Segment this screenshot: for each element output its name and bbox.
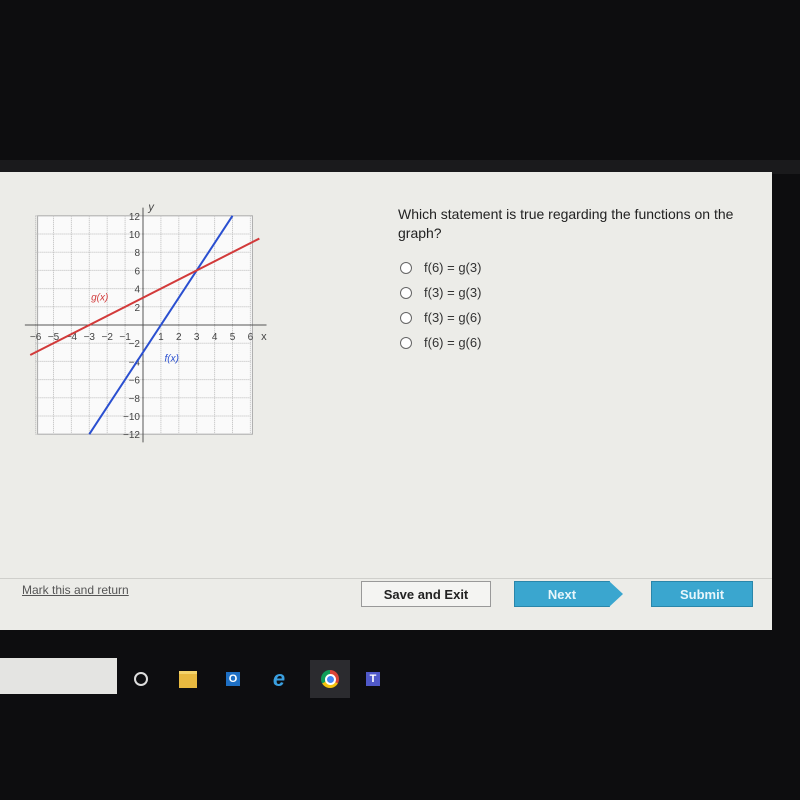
answer-option-3[interactable]: f(3) = g(6) bbox=[400, 310, 481, 325]
radio-button[interactable] bbox=[400, 311, 412, 324]
submit-button[interactable]: Submit bbox=[651, 581, 753, 607]
series-label: f(x) bbox=[164, 353, 178, 364]
option-label: f(3) = g(3) bbox=[424, 285, 482, 300]
y-tick-label: 10 bbox=[129, 230, 141, 241]
option-label: f(3) = g(6) bbox=[424, 310, 482, 325]
taskbar-search-box[interactable] bbox=[0, 658, 117, 694]
x-tick-label: −6 bbox=[30, 332, 42, 343]
teams-letter: T bbox=[365, 672, 381, 686]
y-tick-label: 4 bbox=[134, 285, 140, 296]
y-tick-label: −12 bbox=[123, 430, 140, 441]
footer-divider bbox=[0, 578, 772, 579]
y-tick-label: 12 bbox=[129, 212, 141, 223]
mark-and-return-link[interactable]: Mark this and return bbox=[22, 583, 129, 597]
y-tick-label: −2 bbox=[129, 339, 141, 350]
series-label: g(x) bbox=[91, 292, 108, 303]
y-tick-label: 2 bbox=[134, 303, 140, 314]
option-label: f(6) = g(6) bbox=[424, 335, 482, 350]
internet-explorer-icon[interactable]: e bbox=[268, 666, 290, 691]
teams-icon[interactable]: T bbox=[362, 668, 384, 690]
save-and-exit-button[interactable]: Save and Exit bbox=[361, 581, 491, 607]
y-tick-label: 8 bbox=[134, 248, 140, 259]
cortana-circle-icon[interactable] bbox=[130, 668, 152, 690]
radio-button[interactable] bbox=[400, 336, 412, 349]
file-explorer-icon[interactable] bbox=[177, 668, 199, 690]
question-text: Which statement is true regarding the fu… bbox=[398, 206, 734, 241]
y-axis-label: y bbox=[147, 201, 155, 213]
answer-option-4[interactable]: f(6) = g(6) bbox=[400, 335, 481, 350]
x-tick-label: −2 bbox=[101, 332, 113, 343]
answer-option-1[interactable]: f(6) = g(3) bbox=[400, 260, 481, 275]
outlook-letter: O bbox=[225, 672, 241, 686]
chrome-icon[interactable] bbox=[310, 660, 350, 698]
y-tick-label: −8 bbox=[129, 394, 141, 405]
radio-button[interactable] bbox=[400, 286, 412, 299]
x-tick-label: 5 bbox=[230, 332, 236, 343]
y-tick-label: −10 bbox=[123, 412, 140, 423]
x-tick-label: −3 bbox=[84, 332, 96, 343]
option-label: f(6) = g(3) bbox=[424, 260, 482, 275]
x-tick-label: 6 bbox=[248, 332, 254, 343]
radio-button[interactable] bbox=[400, 261, 412, 274]
answer-option-2[interactable]: f(3) = g(3) bbox=[400, 285, 481, 300]
x-tick-label: 3 bbox=[194, 332, 200, 343]
function-graph: −6 −5 −4 −3 −2 −1 1 2 3 4 5 6−12−10−8−6−4−224681012… bbox=[24, 201, 267, 443]
x-tick-label: 4 bbox=[212, 332, 218, 343]
y-tick-label: 6 bbox=[134, 266, 140, 277]
next-arrow-icon bbox=[609, 581, 623, 607]
x-axis-label: x bbox=[261, 331, 267, 343]
next-button[interactable]: Next bbox=[514, 581, 610, 607]
x-tick-label: 1 bbox=[158, 332, 164, 343]
taskbar bbox=[0, 650, 800, 710]
y-tick-label: −6 bbox=[129, 376, 141, 387]
outlook-icon[interactable]: O bbox=[222, 668, 244, 690]
x-tick-label: 2 bbox=[176, 332, 182, 343]
